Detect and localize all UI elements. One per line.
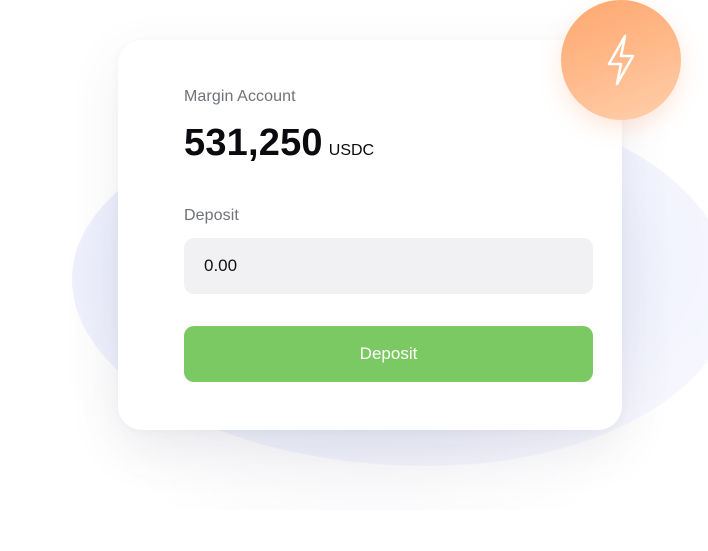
stage: Margin Account 531,250 USDC Deposit Depo… xyxy=(0,0,708,551)
margin-account-label: Margin Account xyxy=(184,88,296,105)
deposit-label: Deposit xyxy=(184,207,239,224)
lightning-bolt-icon xyxy=(607,34,635,86)
margin-account-card: Margin Account 531,250 USDC Deposit Depo… xyxy=(118,40,622,430)
lightning-badge xyxy=(561,0,681,120)
deposit-button[interactable]: Deposit xyxy=(184,326,593,382)
deposit-amount-input[interactable] xyxy=(184,238,593,294)
balance-row: 531,250 USDC xyxy=(184,122,374,165)
balance-amount: 531,250 xyxy=(184,122,323,164)
balance-unit: USDC xyxy=(328,142,375,159)
